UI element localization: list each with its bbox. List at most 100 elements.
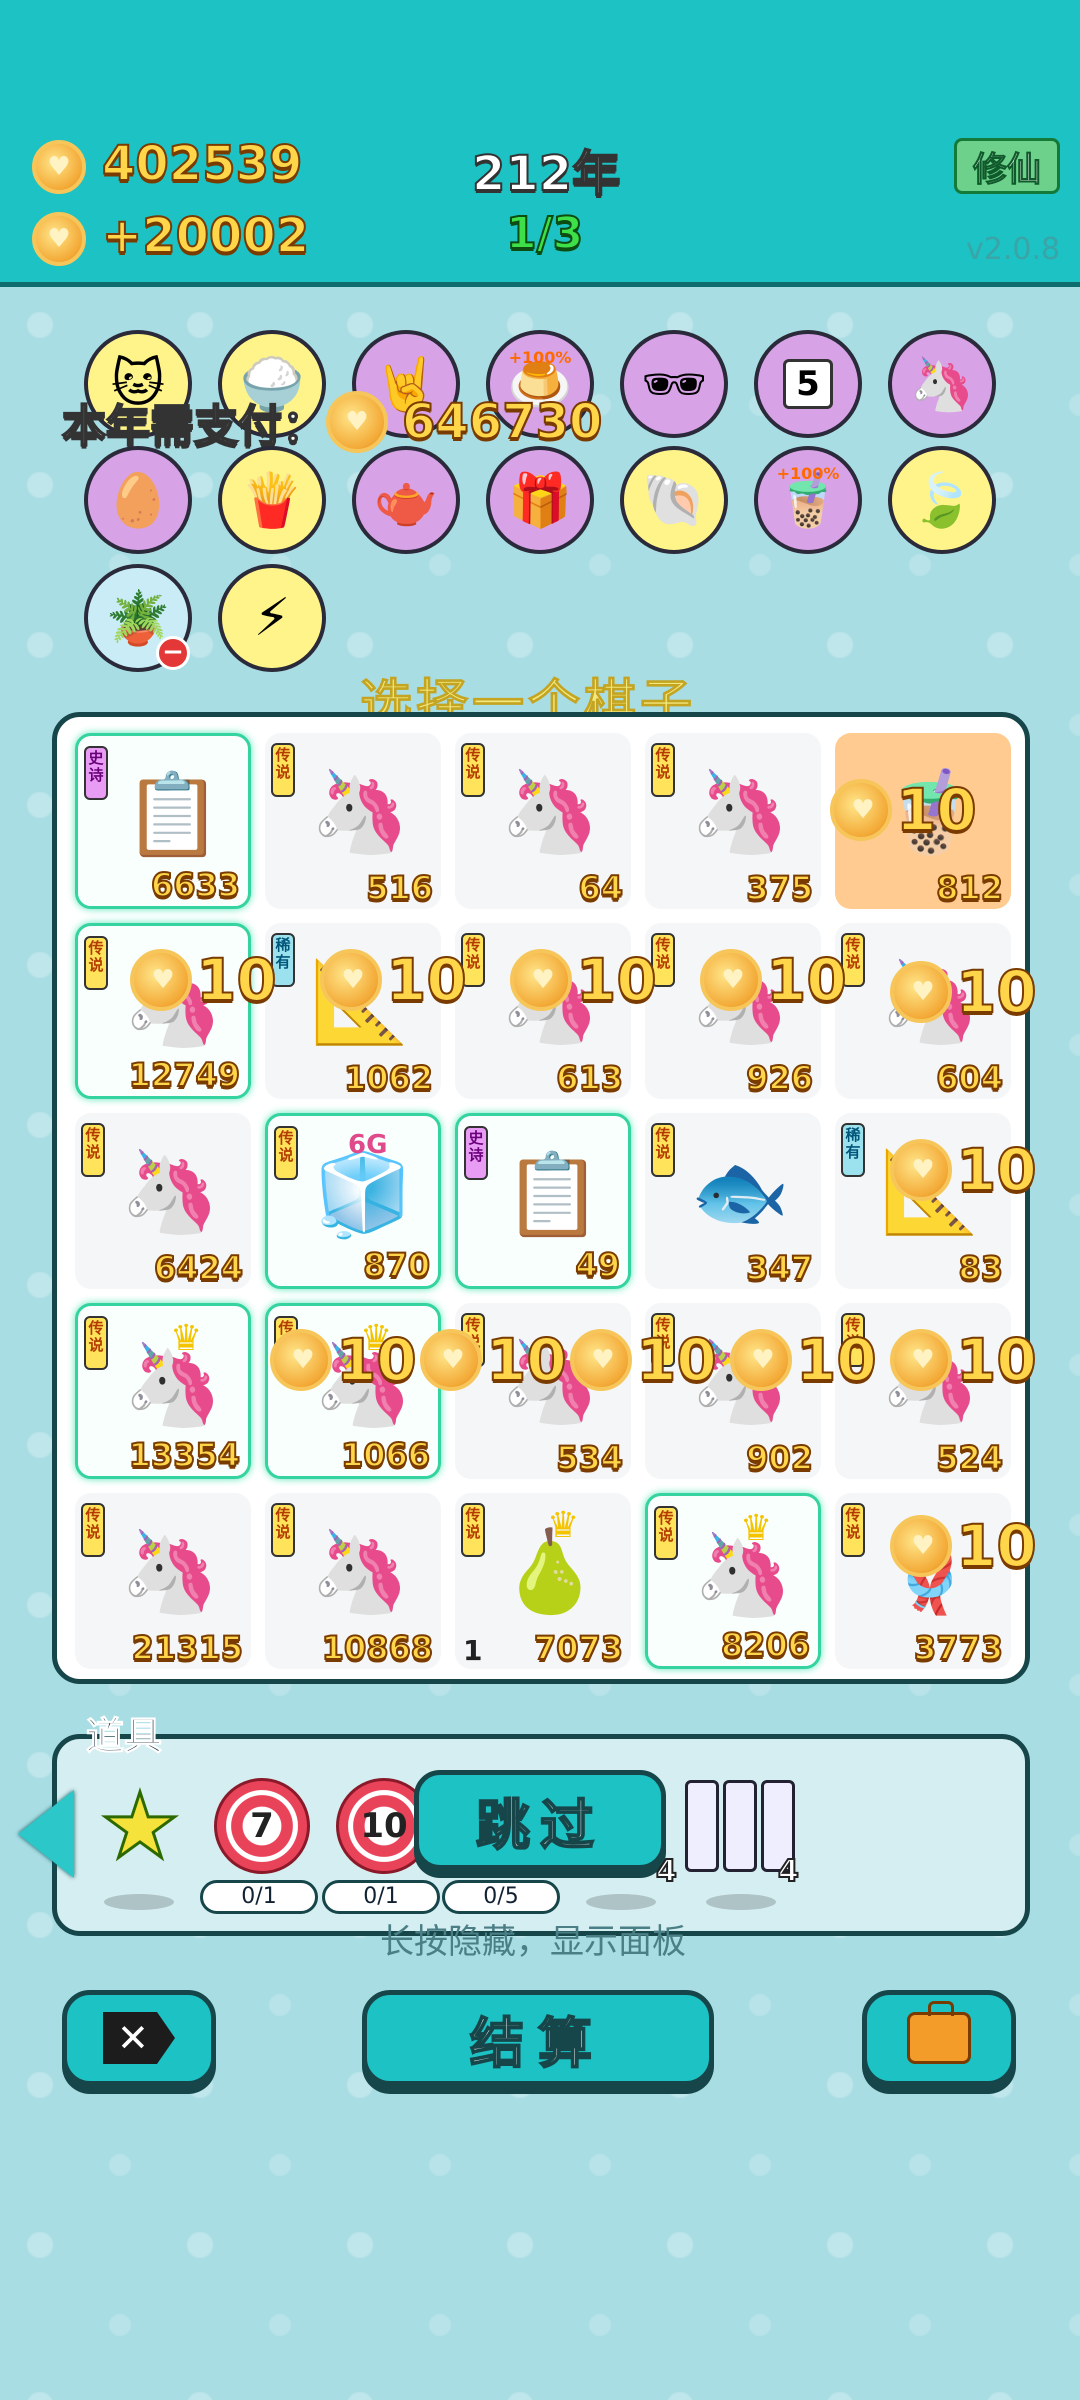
star-icon[interactable]: ★ (90, 1772, 190, 1880)
tool-counter: 0/1 (322, 1880, 440, 1914)
board-cell[interactable]: 传说 🦄 10868 (265, 1493, 441, 1669)
board-cell[interactable]: 传说 🦄 ♛ 8206 (645, 1493, 821, 1669)
rarity-badge: 传说 (84, 936, 108, 990)
unicorn-icon: 🦄 (880, 1335, 980, 1428)
board-cell[interactable]: 传说 🦄 516 (265, 733, 441, 909)
cell-value: 902 (745, 1438, 814, 1478)
calendar-icon[interactable]: 5 (754, 330, 862, 438)
gravy-boat-icon[interactable]: 🫖 (352, 446, 460, 554)
board-cell[interactable]: 史诗 📋 49 (455, 1113, 631, 1289)
income-value: +20002 (101, 207, 310, 265)
calendar-day: 5 (783, 359, 833, 409)
rarity-badge: 传说 (274, 1126, 298, 1180)
unicorn-icon: 🦄 (123, 958, 223, 1051)
board-cell[interactable]: 传说 🦄 ♛ 13354 (75, 1303, 251, 1479)
cultivation-mode-button[interactable]: 修仙 (954, 138, 1060, 194)
board-cell[interactable]: 传说 🦄 926 (645, 923, 821, 1099)
rarity-badge: 传说 (81, 1123, 105, 1177)
coin-icon: ♥ (32, 212, 86, 266)
board-cell[interactable]: 传说 🦄 902 (645, 1303, 821, 1479)
copy-paste-icon: 📋 (503, 1148, 603, 1241)
rarity-badge: 史诗 (464, 1126, 488, 1180)
flower-pot-icon[interactable]: 🪴 − (84, 564, 192, 672)
target-icon[interactable]: 7 (212, 1776, 312, 1876)
settle-button[interactable]: 结算 (362, 1990, 714, 2086)
board-cell[interactable]: 传说 🦄 ♛ 1066 (265, 1303, 441, 1479)
bubble-tea-icon[interactable]: +100% 🧋 (754, 446, 862, 554)
chinese-knot-icon: 🪢 (880, 1525, 980, 1618)
rarity-badge: 传说 (461, 933, 485, 987)
board-cell[interactable]: 传说 🦄 64 (455, 733, 631, 909)
board-cell[interactable]: 传说 🦄 375 (645, 733, 821, 909)
board-cell[interactable]: 传说 🪢 3773 (835, 1493, 1011, 1669)
sunglasses-icon[interactable]: 🕶 (620, 330, 728, 438)
cell-value: 6424 (153, 1248, 244, 1288)
top-bar: ♥ 402539 ♥ +20002 212年 1/3 修仙 v2.0.8 (0, 0, 1080, 287)
money-value: 402539 (101, 135, 303, 193)
board-cell[interactable]: 传说 🍐 ♛ 1 7073 (455, 1493, 631, 1669)
tool-counter: 0/1 (200, 1880, 318, 1914)
board-cell[interactable]: 传说 🦄 613 (455, 923, 631, 1099)
gift-box-icon[interactable]: 🎁 (486, 446, 594, 554)
board-cell[interactable]: 稀有 📐 1062 (265, 923, 441, 1099)
fries-icon[interactable]: 🍟 (218, 446, 326, 554)
cell-value: 12749 (128, 1055, 241, 1095)
tool-shadow (706, 1894, 776, 1910)
inventory-button[interactable] (862, 1990, 1016, 2086)
rarity-badge: 稀有 (271, 933, 295, 987)
board-cell[interactable]: 传说 🦄 604 (835, 923, 1011, 1099)
copy-paste-icon: 📋 (123, 768, 223, 861)
round-counter: 1/3 (505, 207, 584, 260)
fridge-label: 6G (348, 1130, 388, 1160)
board-cell[interactable]: 传说 🦄 534 (455, 1303, 631, 1479)
cell-value: 83 (957, 1248, 1004, 1288)
cell-value: 13354 (128, 1435, 241, 1475)
coin-icon: ♥ (32, 140, 86, 194)
unicorn-icon: 🦄 (500, 765, 600, 858)
cell-value: 21315 (131, 1628, 244, 1668)
exit-button[interactable]: ✕ (62, 1990, 216, 2086)
pear-icon: 🍐 ♛ (500, 1505, 600, 1618)
cell-value: 926 (745, 1058, 814, 1098)
board-cell[interactable]: 传说 🦄 524 (835, 1303, 1011, 1479)
board-cell[interactable]: 传说 🦄 12749 (75, 923, 251, 1099)
board-cell[interactable]: 传说 🦄 6424 (75, 1113, 251, 1289)
board-cell[interactable]: 🧋 812 (835, 733, 1011, 909)
cell-value: 524 (935, 1438, 1004, 1478)
lightning-icon[interactable]: ⚡ (218, 564, 326, 672)
epic-cards-icon[interactable] (685, 1776, 795, 1876)
item-count: 4 (777, 1853, 800, 1890)
pay-amount: 646730 (401, 393, 603, 451)
rarity-badge: 传说 (841, 933, 865, 987)
unicorn-icon: 🦄 (310, 765, 410, 858)
egg-icon[interactable]: 🥚 (84, 446, 192, 554)
rarity-badge: 传说 (654, 1506, 678, 1560)
rarity-badge: 传说 (651, 933, 675, 987)
rarity-badge: 传说 (274, 1316, 298, 1370)
rarity-badge: 稀有 (841, 1123, 865, 1177)
board-cell[interactable]: 传说 🦄 21315 (75, 1493, 251, 1669)
twin-unicorn-icon[interactable]: 🦄 (888, 330, 996, 438)
pay-label: 本年需支付： (61, 400, 327, 453)
cell-value: 8206 (720, 1625, 811, 1665)
hold-hint: 长按隐藏，显示面板 (380, 1922, 686, 1962)
rarity-badge: 传说 (271, 1503, 295, 1557)
unicorn-icon: 🦄 (120, 1525, 220, 1618)
payment-row: 本年需支付： ♥ 646730 (61, 390, 603, 454)
fridge-icon: 🧊 6G (313, 1130, 413, 1241)
left-arrow-icon[interactable] (18, 1790, 74, 1878)
skip-button[interactable]: 跳过 (414, 1770, 666, 1870)
board-cell[interactable]: 传说 🐟 347 (645, 1113, 821, 1289)
leaf-icon[interactable]: 🍃 (888, 446, 996, 554)
board-cell[interactable]: 史诗 📋 6633 (75, 733, 251, 909)
cell-value: 613 (555, 1058, 624, 1098)
unicorn-icon: 🦄 (500, 955, 600, 1048)
koi-fish-icon: 🐟 (690, 1145, 790, 1238)
board-cell[interactable]: 稀有 📐 83 (835, 1113, 1011, 1289)
unicorn-icon: 🦄 (690, 765, 790, 858)
cell-value: 3773 (913, 1628, 1004, 1668)
board-cell[interactable]: 传说 🧊 6G 870 (265, 1113, 441, 1289)
cell-value: 49 (574, 1245, 621, 1285)
ruler-icon: 📐 (310, 955, 410, 1048)
shell-icon[interactable]: 🐚 (620, 446, 728, 554)
